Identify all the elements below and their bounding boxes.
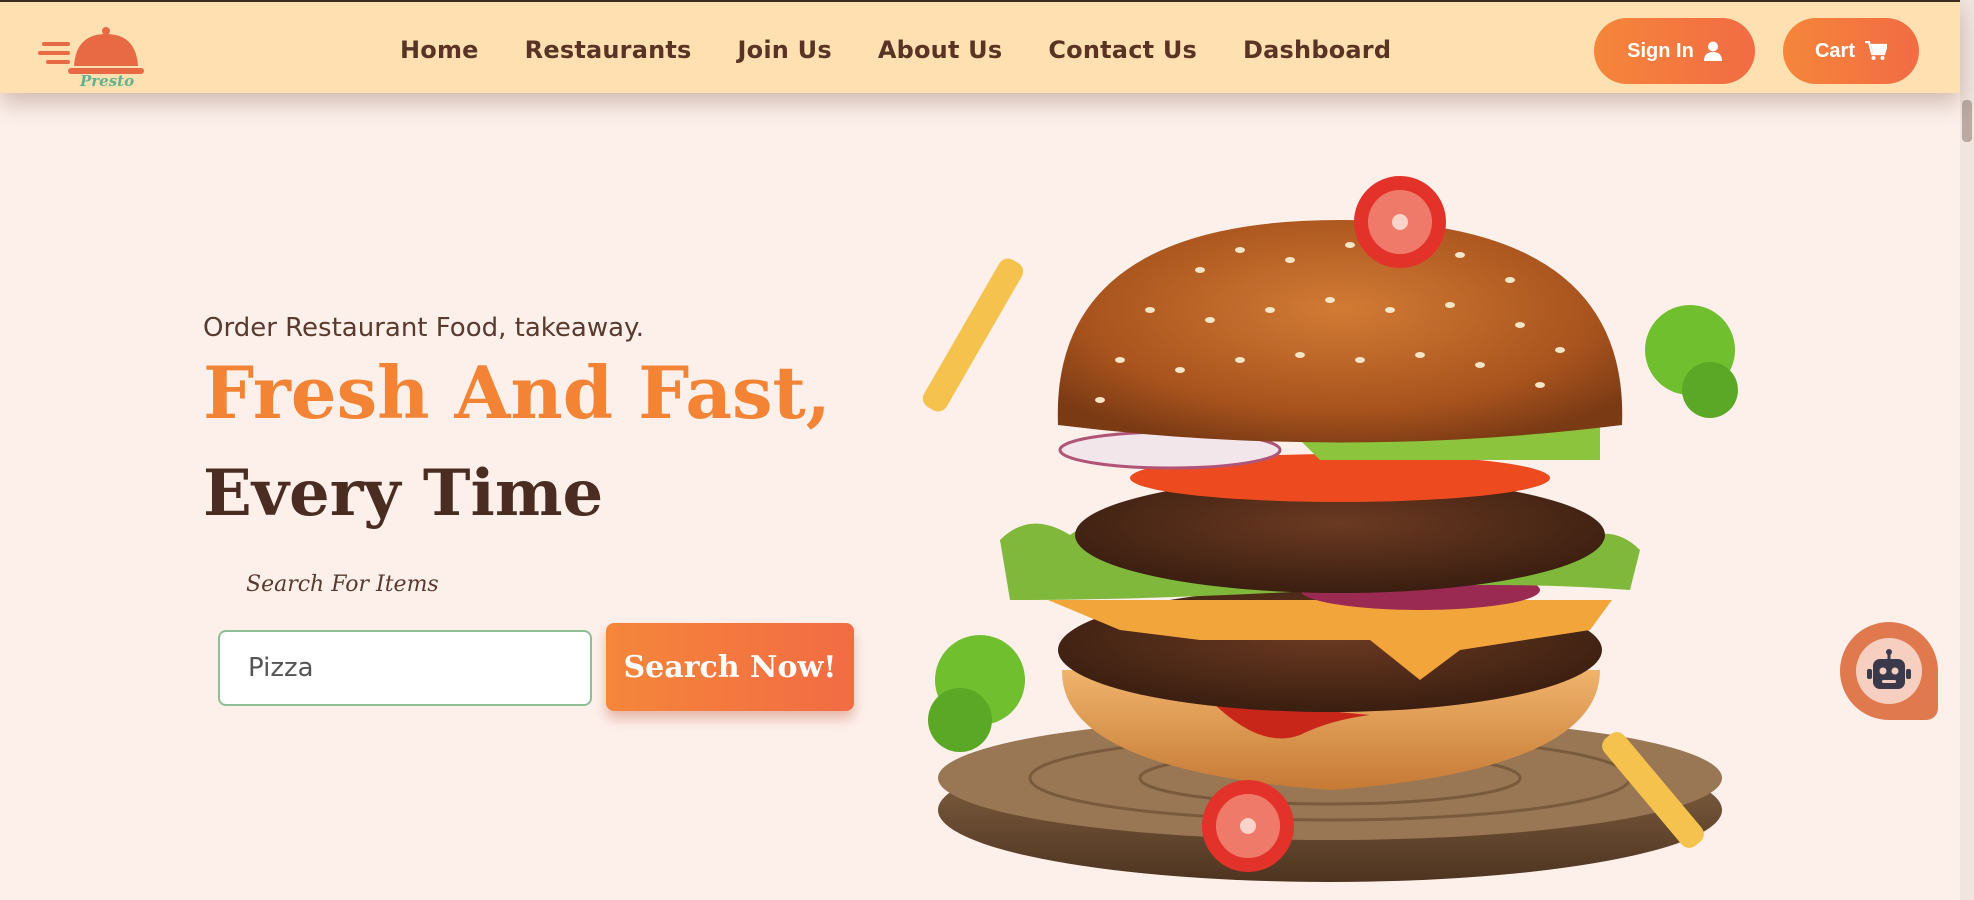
chatbot-button[interactable]	[1840, 622, 1938, 720]
nav-contact-us[interactable]: Contact Us	[1048, 36, 1197, 64]
burger-illustration	[922, 176, 1738, 882]
sign-in-button[interactable]: Sign In	[1594, 18, 1755, 84]
cart-button[interactable]: Cart	[1783, 18, 1919, 84]
sign-in-label: Sign In	[1627, 39, 1694, 62]
cart-icon	[1865, 41, 1887, 60]
nav-join-us[interactable]: Join Us	[738, 36, 832, 64]
chatbot-icon-wrap	[1856, 638, 1922, 704]
nav-about-us[interactable]: About Us	[878, 36, 1003, 64]
hero-headline-secondary: Every Time	[203, 456, 604, 531]
brand-name: Presto	[80, 72, 135, 90]
site-header: Presto Home Restaurants Join Us About Us…	[0, 0, 1960, 93]
search-now-button[interactable]: Search Now!	[606, 623, 854, 711]
hero-headline-primary: Fresh And Fast,	[203, 350, 831, 435]
search-label: Search For Items	[246, 572, 439, 597]
scrollbar-thumb[interactable]	[1962, 100, 1972, 142]
hero-subtitle: Order Restaurant Food, takeaway.	[203, 313, 644, 343]
nav-restaurants[interactable]: Restaurants	[525, 36, 692, 64]
cart-label: Cart	[1814, 39, 1855, 62]
nav-home[interactable]: Home	[400, 36, 479, 64]
robot-icon	[1867, 649, 1911, 689]
main-nav: Home Restaurants Join Us About Us Contac…	[400, 36, 1391, 64]
search-input[interactable]	[218, 630, 592, 706]
user-icon	[1703, 41, 1722, 61]
nav-dashboard[interactable]: Dashboard	[1243, 36, 1391, 64]
